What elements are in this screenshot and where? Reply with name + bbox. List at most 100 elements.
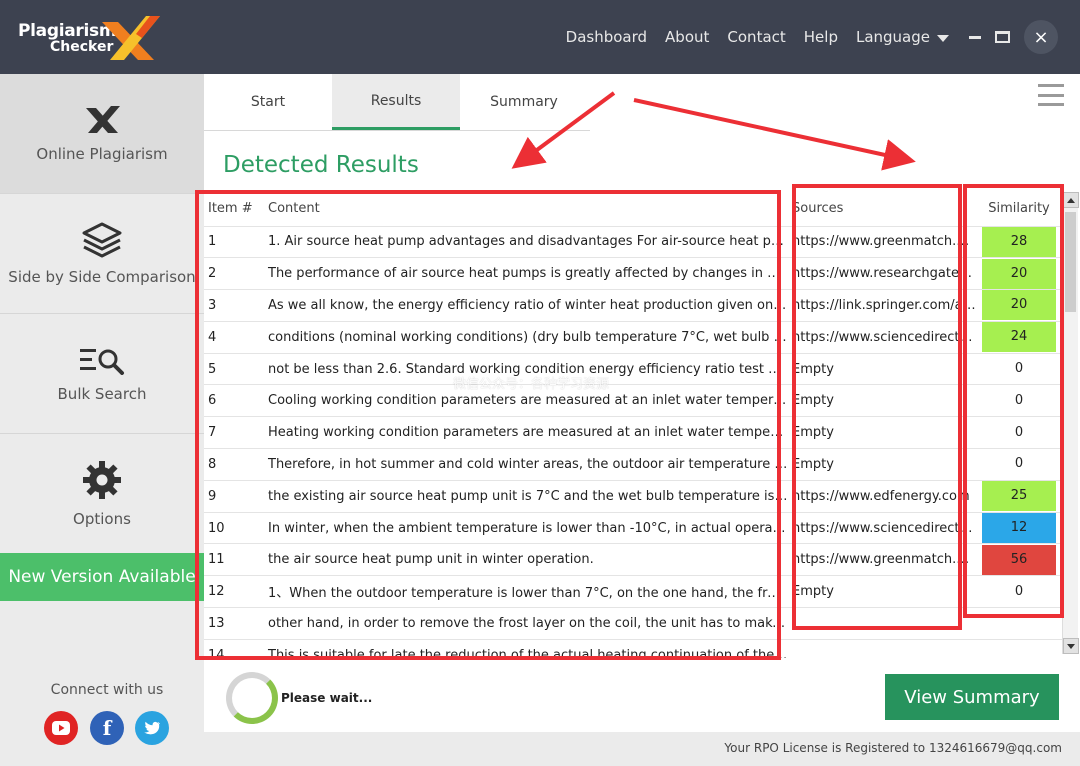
tab-results[interactable]: Results bbox=[332, 74, 460, 130]
sidebar-item-bulk-search[interactable]: Bulk Search bbox=[0, 314, 204, 434]
cell-similarity bbox=[976, 607, 1062, 640]
table-row[interactable]: 8 Therefore, in hot summer and cold winte… bbox=[204, 448, 1062, 481]
similarity-badge: 0 bbox=[1014, 361, 1024, 377]
cell-similarity: 0 bbox=[976, 384, 1062, 417]
cell-item-number: 11 bbox=[204, 543, 264, 576]
cell-content: the existing air source heat pump unit i… bbox=[264, 479, 788, 513]
cell-item-number: 7 bbox=[204, 416, 264, 449]
sidebar-item-side-by-side[interactable]: Side by Side Comparison bbox=[0, 194, 204, 314]
table-header-row: Item # Content Sources Similarity bbox=[204, 192, 1062, 226]
tab-divider bbox=[204, 130, 590, 131]
title-bar: Plagiarism Checker Dashboard About Conta… bbox=[0, 0, 1080, 74]
cell-similarity: 56 bbox=[976, 543, 1062, 576]
table-row[interactable]: 3 As we all know, the energy efficiency r… bbox=[204, 289, 1062, 322]
cell-item-number: 1 bbox=[204, 225, 264, 258]
license-text: Your RPO License is Registered to 132461… bbox=[724, 741, 1062, 755]
header-item[interactable]: Item # bbox=[204, 192, 264, 226]
similarity-badge: 0 bbox=[1014, 424, 1024, 440]
header-similarity[interactable]: Similarity bbox=[976, 192, 1062, 226]
cell-content: The performance of air source heat pumps… bbox=[264, 257, 788, 290]
cell-similarity bbox=[976, 638, 1062, 659]
cell-similarity: 0 bbox=[976, 352, 1062, 385]
cell-similarity: 20 bbox=[976, 257, 1062, 290]
table-row[interactable]: 5 not be less than 2.6. Standard working … bbox=[204, 352, 1062, 385]
scroll-up-button[interactable] bbox=[1063, 192, 1079, 208]
table-row[interactable]: 12 1、When the outdoor temperature is lowe… bbox=[204, 575, 1062, 608]
nav-contact[interactable]: Contact bbox=[727, 28, 785, 46]
logo-x-icon bbox=[102, 16, 160, 60]
twitter-icon[interactable] bbox=[135, 711, 169, 745]
table-scrollbar[interactable] bbox=[1062, 192, 1079, 654]
minimize-icon[interactable] bbox=[969, 35, 981, 39]
cell-similarity: 25 bbox=[976, 479, 1062, 513]
scroll-down-button[interactable] bbox=[1063, 638, 1079, 654]
similarity-badge: 28 bbox=[982, 226, 1056, 257]
cell-content: Cooling working condition parameters are… bbox=[264, 384, 788, 417]
sidebar-item-options[interactable]: Options bbox=[0, 434, 204, 554]
cell-source: https://www.greenmatch.co.uk bbox=[788, 543, 976, 576]
cell-item-number: 9 bbox=[204, 479, 264, 513]
sidebar-item-label: Options bbox=[73, 509, 131, 528]
cell-similarity: 12 bbox=[976, 511, 1062, 544]
scroll-thumb[interactable] bbox=[1065, 212, 1076, 312]
cell-source: Empty bbox=[788, 384, 976, 417]
cell-item-number: 8 bbox=[204, 448, 264, 481]
tab-summary[interactable]: Summary bbox=[460, 74, 588, 130]
cell-content: In winter, when the ambient temperature … bbox=[264, 511, 788, 544]
table-row[interactable]: 13 other hand, in order to remove the fro… bbox=[204, 607, 1062, 640]
nav-help[interactable]: Help bbox=[804, 28, 838, 46]
cell-source: Empty bbox=[788, 416, 976, 449]
sidebar: Online Plagiarism Side by Side Compariso… bbox=[0, 74, 204, 766]
new-version-button[interactable]: New Version Available bbox=[0, 553, 204, 601]
cell-source: https://www.edfenergy.com bbox=[788, 479, 976, 513]
nav-about[interactable]: About bbox=[665, 28, 709, 46]
cell-content: not be less than 2.6. Standard working c… bbox=[264, 352, 788, 385]
table-row[interactable]: 1 1. Air source heat pump advantages and … bbox=[204, 225, 1062, 258]
cell-source: https://www.sciencedirect.com bbox=[788, 320, 976, 354]
similarity-badge bbox=[982, 609, 1056, 639]
cell-similarity: 0 bbox=[976, 448, 1062, 481]
hamburger-menu-icon[interactable] bbox=[1038, 84, 1064, 106]
cell-source bbox=[788, 638, 976, 658]
sidebar-item-label: Online Plagiarism bbox=[36, 144, 168, 163]
connect-label: Connect with us bbox=[50, 682, 164, 698]
tab-start[interactable]: Start bbox=[204, 74, 332, 130]
arrow-up-icon bbox=[1067, 197, 1075, 203]
similarity-badge: 0 bbox=[1014, 456, 1024, 472]
section-title: Detected Results bbox=[223, 152, 419, 178]
maximize-icon[interactable] bbox=[995, 31, 1010, 43]
table-row[interactable]: 4 conditions (nominal working conditions)… bbox=[204, 320, 1062, 354]
table-row[interactable]: 2 The performance of air source heat pump… bbox=[204, 257, 1062, 290]
similarity-badge: 0 bbox=[1014, 583, 1024, 599]
license-bar: Your RPO License is Registered to 132461… bbox=[204, 732, 1080, 766]
language-dropdown[interactable]: Language bbox=[856, 28, 949, 46]
cell-source: https://www.researchgate.net bbox=[788, 257, 976, 290]
cell-item-number: 10 bbox=[204, 511, 264, 544]
chevron-down-icon bbox=[937, 34, 949, 42]
table-row[interactable]: 11 the air source heat pump unit in winte… bbox=[204, 543, 1062, 576]
similarity-badge bbox=[982, 641, 1056, 659]
cell-source: https://www.greenmatch.co.uk bbox=[788, 225, 976, 258]
close-button[interactable]: × bbox=[1024, 20, 1058, 54]
table-row[interactable]: 6 Cooling working condition parameters ar… bbox=[204, 384, 1062, 417]
close-icon: × bbox=[1033, 26, 1049, 48]
cell-item-number: 12 bbox=[204, 575, 264, 608]
view-summary-button[interactable]: View Summary bbox=[885, 674, 1059, 720]
cell-content: Therefore, in hot summer and cold winter… bbox=[264, 448, 788, 481]
progress-spinner-icon bbox=[226, 672, 278, 724]
cell-content: As we all know, the energy efficiency ra… bbox=[264, 289, 788, 322]
table-row[interactable]: 9 the existing air source heat pump unit … bbox=[204, 479, 1062, 513]
facebook-icon[interactable]: f bbox=[90, 711, 124, 745]
cell-similarity: 0 bbox=[976, 575, 1062, 608]
sidebar-item-online-plagiarism[interactable]: Online Plagiarism bbox=[0, 74, 204, 194]
header-sources[interactable]: Sources bbox=[788, 192, 976, 226]
header-content[interactable]: Content bbox=[264, 192, 788, 226]
results-table: Item # Content Sources Similarity 1 1. Ai… bbox=[204, 192, 1062, 658]
similarity-badge: 0 bbox=[1014, 392, 1024, 408]
app-logo: Plagiarism Checker bbox=[16, 10, 166, 64]
table-row[interactable]: 10 In winter, when the ambient temperatur… bbox=[204, 511, 1062, 544]
nav-dashboard[interactable]: Dashboard bbox=[566, 28, 647, 46]
table-row[interactable]: 14 This is suitable for late the reductio… bbox=[204, 638, 1062, 659]
table-row[interactable]: 7 Heating working condition parameters ar… bbox=[204, 416, 1062, 449]
youtube-icon[interactable] bbox=[44, 711, 78, 745]
